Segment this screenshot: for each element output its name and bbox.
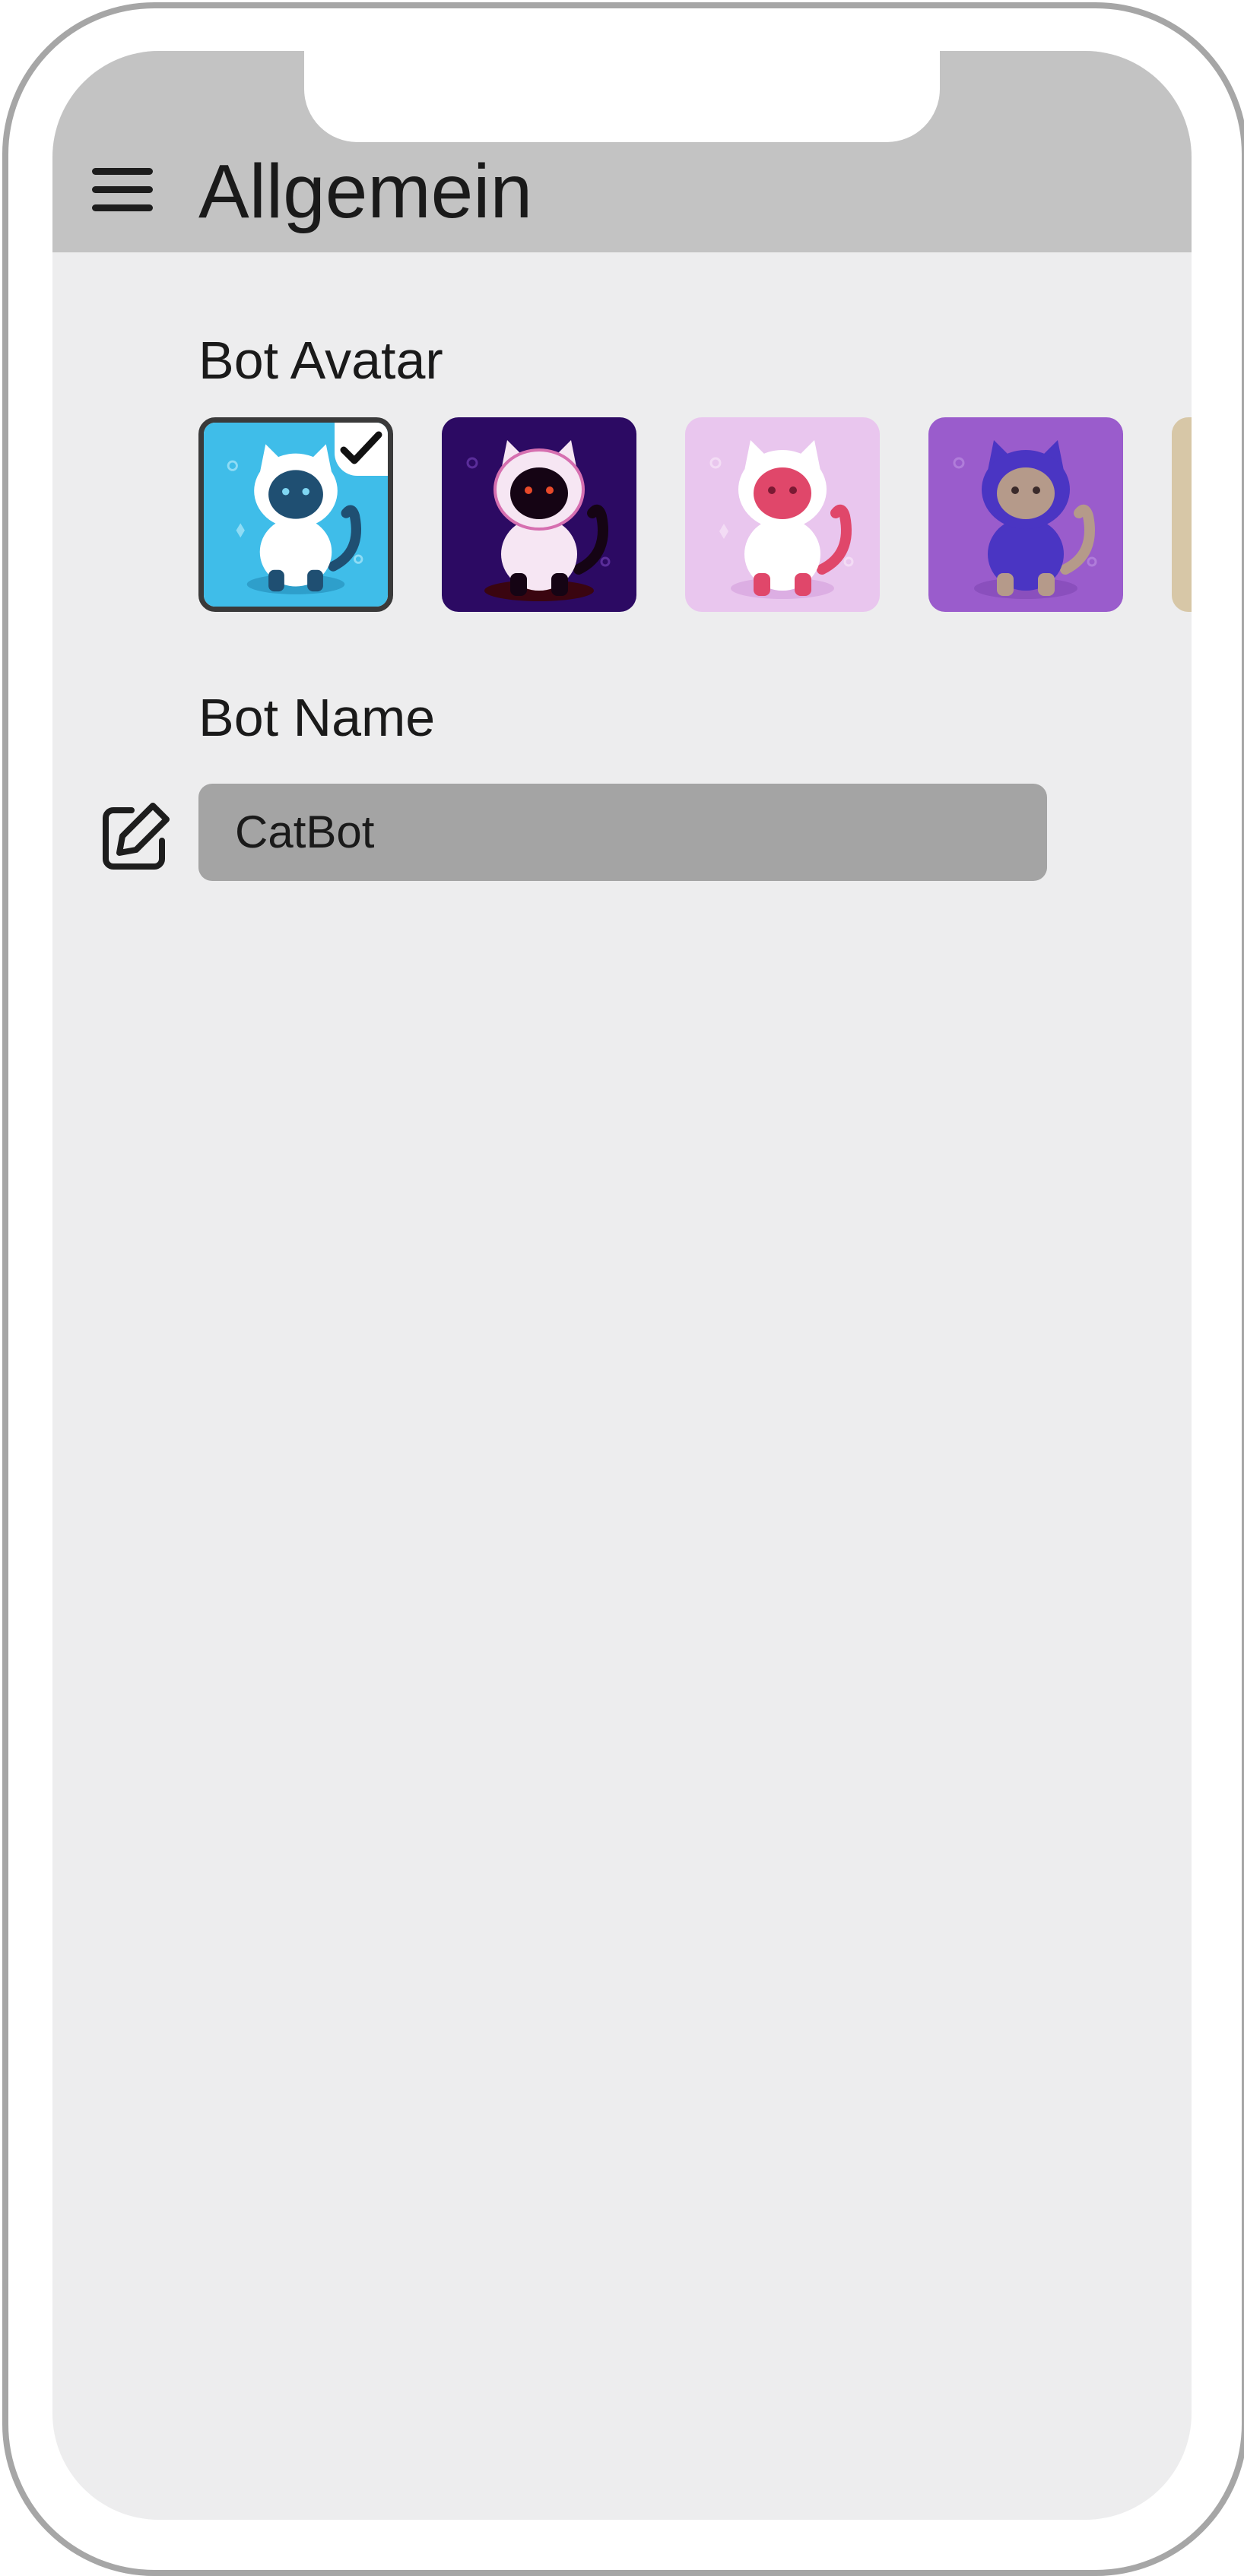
cat-avatar-image bbox=[1172, 417, 1192, 612]
edit-pencil-icon[interactable] bbox=[97, 800, 173, 876]
bot-name-label: Bot Name bbox=[198, 688, 436, 747]
selected-badge bbox=[335, 423, 388, 476]
bot-avatar-label: Bot Avatar bbox=[198, 331, 443, 390]
cat-avatar-image bbox=[928, 417, 1123, 612]
bot-name-input[interactable]: CatBot bbox=[198, 784, 1047, 881]
device-notch bbox=[304, 51, 940, 142]
cat-avatar-image bbox=[442, 417, 636, 612]
avatar-option-dark-purple-cat[interactable] bbox=[442, 417, 636, 612]
avatar-option-pink-cat[interactable] bbox=[685, 417, 880, 612]
page-title: Allgemein bbox=[198, 149, 533, 234]
app-screen: Allgemein Bot Avatar Bot Name CatBot bbox=[52, 51, 1192, 2520]
avatar-option-blue-cat[interactable] bbox=[198, 417, 393, 612]
avatar-option-violet-cat[interactable] bbox=[928, 417, 1123, 612]
hamburger-menu-icon[interactable] bbox=[89, 163, 157, 217]
checkmark-icon bbox=[340, 431, 382, 464]
avatar-carousel[interactable] bbox=[198, 416, 1192, 615]
cat-avatar-image bbox=[685, 417, 880, 612]
avatar-option-beige-cat[interactable] bbox=[1172, 417, 1192, 612]
